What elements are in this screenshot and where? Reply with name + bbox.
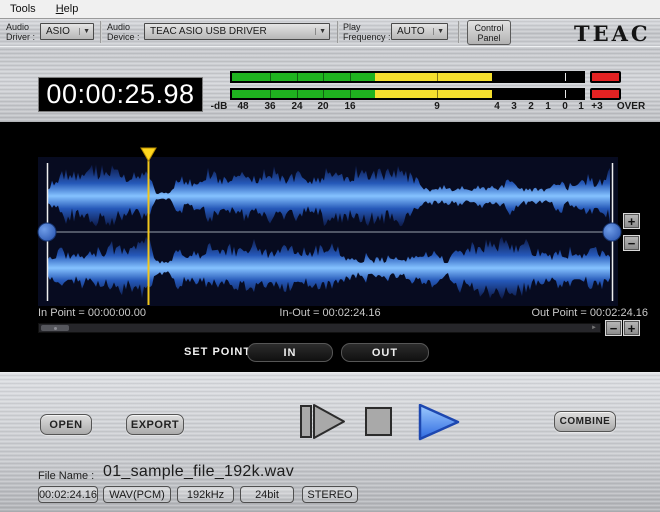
meter-scale-label: 48 [237,101,248,112]
meter-segment-tick [297,90,298,98]
toolbar-divider [100,21,102,43]
file-name-label: File Name : [38,470,94,482]
meter-section: 00:00:25.98 -dB48362420169432101+3OVER [0,46,660,124]
meter-scale-label: 0 [562,101,568,112]
file-name-value: 01_sample_file_192k.wav [103,463,294,481]
meter-scale-label: 2 [528,101,534,112]
menu-item-help[interactable]: Help [46,0,89,18]
vertical-zoom-out-button[interactable]: − [623,235,640,251]
combine-button[interactable]: COMBINE [554,411,616,432]
file-badge: WAV(PCM) [103,486,171,503]
toolbar-divider [458,21,460,43]
chevron-down-icon: ▼ [79,28,90,35]
meter-scale-label: 20 [317,101,328,112]
toolbar: AudioDriver : ASIO ▼ AudioDevice : TEAC … [0,19,660,47]
play-frequency-select[interactable]: AUTO ▼ [391,23,448,40]
audio-device-label: AudioDevice : [107,22,140,42]
meter-zero-tick [565,90,566,98]
horizontal-zoom-out-button[interactable]: − [605,320,622,336]
teac-logo: TEAC [574,21,651,46]
meter-scale-label: 9 [434,101,440,112]
vertical-zoom-in-button[interactable]: + [623,213,640,229]
meter-zero-tick [565,73,566,81]
meter-segment-tick [270,90,271,98]
waveform-display[interactable] [0,122,660,372]
control-panel-button[interactable]: ControlPanel [467,20,511,45]
chevron-down-icon: ▼ [315,28,326,35]
chevron-down-icon: ▼ [433,28,444,35]
audio-driver-select[interactable]: ASIO ▼ [40,23,94,40]
teac-hires-editor-window: ToolsHelp AudioDriver : ASIO ▼ AudioDevi… [0,0,660,512]
stop-button[interactable] [366,408,391,435]
scrollbar-right-arrow-icon[interactable]: ► [591,325,597,332]
play-from-start-button[interactable] [301,405,344,438]
transport-controls [296,404,466,442]
file-badge: STEREO [302,486,358,503]
in-point-handle[interactable] [38,223,56,241]
meter-scale-label: 24 [291,101,302,112]
set-out-button[interactable]: OUT [341,343,429,362]
time-display: 00:00:25.98 [38,77,203,112]
meter-scale-label: +3 [591,101,602,112]
waveform-panel: + − In Point = 00:00:00.00 In-Out = 00:0… [0,122,660,372]
file-badge: 24bit [240,486,294,503]
out-point-readout: Out Point = 00:02:24.16 [531,307,648,319]
menu-bar: ToolsHelp [0,0,660,19]
set-in-button[interactable]: IN [247,343,333,362]
in-point-readout: In Point = 00:00:00.00 [38,307,146,319]
audio-driver-label: AudioDriver : [6,22,35,42]
waveform-scrollbar[interactable]: ► [38,323,601,333]
play-frequency-label: PlayFrequency : [343,22,391,42]
meter-segment-tick [350,73,351,81]
over-indicator [590,71,621,83]
toolbar-divider [337,21,339,43]
meter-scale-label: -dB [211,101,228,112]
meter-segment-tick [297,73,298,81]
menu-item-tools[interactable]: Tools [0,0,46,18]
audio-device-select[interactable]: TEAC ASIO USB DRIVER ▼ [144,23,330,40]
level-meter-bar-right [230,88,585,100]
meter-scale-label: 16 [344,101,355,112]
meter-scale-label: OVER [617,101,645,112]
export-button[interactable]: EXPORT [126,414,184,435]
meter-segment-tick [437,73,438,81]
file-badge: 00:02:24.16 [38,486,98,503]
control-section: OPEN EXPORT COMBINE File Name : 01_sampl… [0,372,660,512]
out-point-handle[interactable] [603,223,621,241]
meter-scale-label: 3 [511,101,517,112]
meter-scale-label: 4 [494,101,500,112]
open-button[interactable]: OPEN [40,414,92,435]
over-indicator [590,88,621,100]
meter-segment-tick [323,73,324,81]
meter-segment-tick [350,90,351,98]
file-badge: 192kHz [177,486,234,503]
in-out-readout: In-Out = 00:02:24.16 [279,307,380,319]
meter-scale-label: 36 [264,101,275,112]
scrollbar-thumb[interactable] [41,325,69,331]
meter-segment-tick [323,90,324,98]
meter-segment-tick [270,73,271,81]
play-button[interactable] [420,405,458,439]
meter-scale-label: 1 [545,101,551,112]
meter-scale-label: 1 [578,101,584,112]
level-meter-bar-left [230,71,585,83]
horizontal-zoom-in-button[interactable]: + [623,320,640,336]
meter-segment-tick [437,90,438,98]
set-point-label: SET POINT [184,346,251,358]
